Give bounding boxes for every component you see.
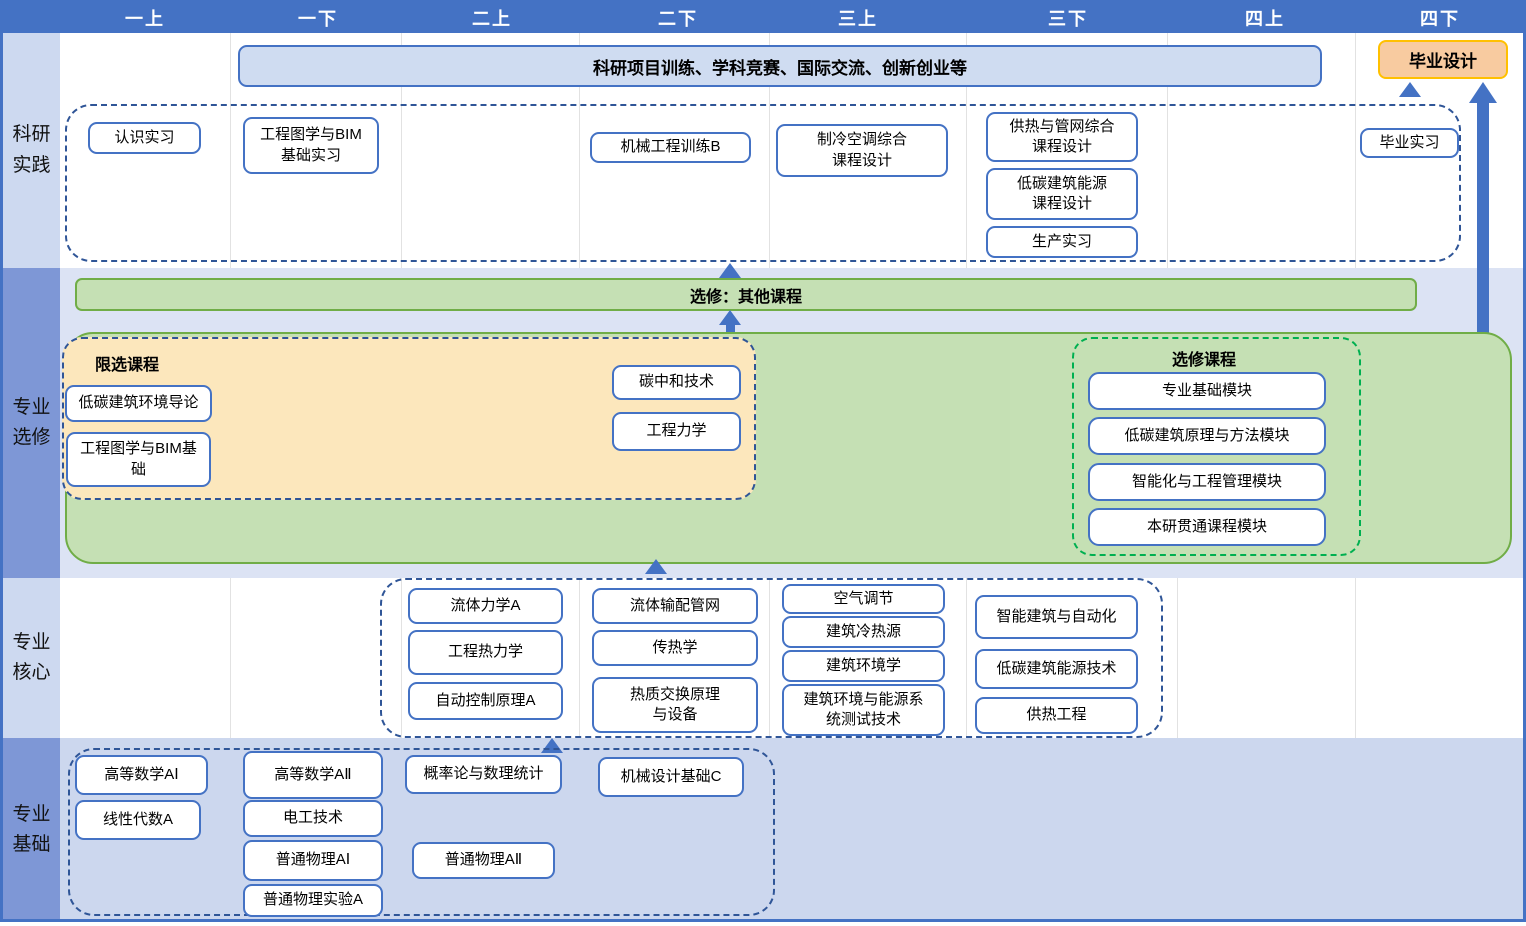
arrow-up-tall-to-graduation-design-icon xyxy=(1468,82,1498,334)
course-carbon-neutral: 碳中和技术 xyxy=(612,365,741,400)
semester-label: 一上 xyxy=(125,5,165,31)
course-heat-mass-exchange: 热质交换原理 与设备 xyxy=(592,677,758,733)
graduation-design-box: 毕业设计 xyxy=(1378,40,1508,79)
course-mech-training: 机械工程训练B xyxy=(590,132,751,163)
column-separator xyxy=(1177,578,1178,738)
course-physics-a1: 普通物理AⅠ xyxy=(243,840,383,881)
course-math-a2: 高等数学AⅡ xyxy=(243,751,383,799)
module-undergrad-grad-bridge: 本研贯通课程模块 xyxy=(1088,508,1326,546)
restricted-elective-title: 限选课程 xyxy=(95,351,159,375)
arrow-up-core-to-elective-icon xyxy=(643,559,669,580)
course-engineering-mechanics: 工程力学 xyxy=(612,412,741,451)
course-physics-a2: 普通物理AⅡ xyxy=(412,842,555,879)
course-thermodynamics: 工程热力学 xyxy=(408,630,563,675)
semester-label: 三下 xyxy=(1048,5,1088,31)
column-separator xyxy=(230,578,231,738)
course-cold-heat-source: 建筑冷热源 xyxy=(782,616,945,648)
course-heating-network-design: 供热与管网综合 课程设计 xyxy=(986,112,1138,162)
course-fluid-network: 流体输配管网 xyxy=(592,588,758,624)
course-air-conditioning: 空气调节 xyxy=(782,584,945,614)
arrow-up-green-to-banner-icon xyxy=(717,310,743,334)
column-separator xyxy=(1355,578,1356,738)
course-electrical-tech: 电工技术 xyxy=(243,800,383,837)
course-graduation-practice: 毕业实习 xyxy=(1360,128,1459,158)
course-math-a1: 高等数学AⅠ xyxy=(75,755,208,795)
course-production-practice: 生产实习 xyxy=(986,226,1138,258)
sidebar-row-elective: 专业 选修 xyxy=(3,268,60,578)
course-low-carbon-intro: 低碳建筑环境导论 xyxy=(65,385,212,422)
semester-label: 四上 xyxy=(1245,5,1285,31)
arrow-up-to-graduation-design-icon xyxy=(1397,82,1423,105)
semester-label: 三上 xyxy=(838,5,878,31)
elective-other-courses-banner: 选修：其他课程 xyxy=(75,278,1417,311)
course-heat-transfer: 传热学 xyxy=(592,630,758,666)
course-fluid-mechanics: 流体力学A xyxy=(408,588,563,624)
course-heating-engineering: 供热工程 xyxy=(975,697,1138,734)
course-system-testing: 建筑环境与能源系 统测试技术 xyxy=(782,684,945,736)
semester-header-bar: 一上 一下 二上 二下 三上 三下 四上 四下 xyxy=(3,3,1523,33)
curriculum-diagram: 一上 一下 二上 二下 三上 三下 四上 四下 科研 实践 专业 选修 专业 核… xyxy=(0,0,1526,922)
course-linear-algebra: 线性代数A xyxy=(75,800,201,840)
course-auto-control: 自动控制原理A xyxy=(408,682,563,720)
sidebar-row-research: 科研 实践 xyxy=(3,33,60,268)
research-activities-banner: 科研项目训练、学科竞赛、国际交流、创新创业等 xyxy=(238,45,1322,87)
course-smart-building: 智能建筑与自动化 xyxy=(975,595,1138,639)
course-building-environment: 建筑环境学 xyxy=(782,650,945,682)
module-low-carbon-principles: 低碳建筑原理与方法模块 xyxy=(1088,417,1326,455)
semester-label: 一下 xyxy=(298,5,338,31)
course-physics-lab: 普通物理实验A xyxy=(243,884,383,917)
course-hvac-design: 制冷空调综合 课程设计 xyxy=(776,124,948,177)
module-intelligent-management: 智能化与工程管理模块 xyxy=(1088,463,1326,501)
course-low-carbon-design: 低碳建筑能源 课程设计 xyxy=(986,168,1138,220)
optional-elective-title: 选修课程 xyxy=(1172,346,1236,370)
sidebar-row-foundation: 专业 基础 xyxy=(3,738,60,922)
semester-label: 四下 xyxy=(1420,5,1460,31)
course-low-carbon-tech: 低碳建筑能源技术 xyxy=(975,649,1138,689)
course-recognition-practice: 认识实习 xyxy=(88,122,201,154)
course-bim-practice: 工程图学与BIM 基础实习 xyxy=(243,117,379,174)
module-professional-foundation: 专业基础模块 xyxy=(1088,372,1326,410)
semester-label: 二上 xyxy=(472,5,512,31)
course-bim-basic: 工程图学与BIM基 础 xyxy=(66,432,211,487)
sidebar-row-core: 专业 核心 xyxy=(3,578,60,738)
course-probability: 概率论与数理统计 xyxy=(405,755,562,794)
course-mech-design: 机械设计基础C xyxy=(598,757,744,797)
semester-label: 二下 xyxy=(658,5,698,31)
